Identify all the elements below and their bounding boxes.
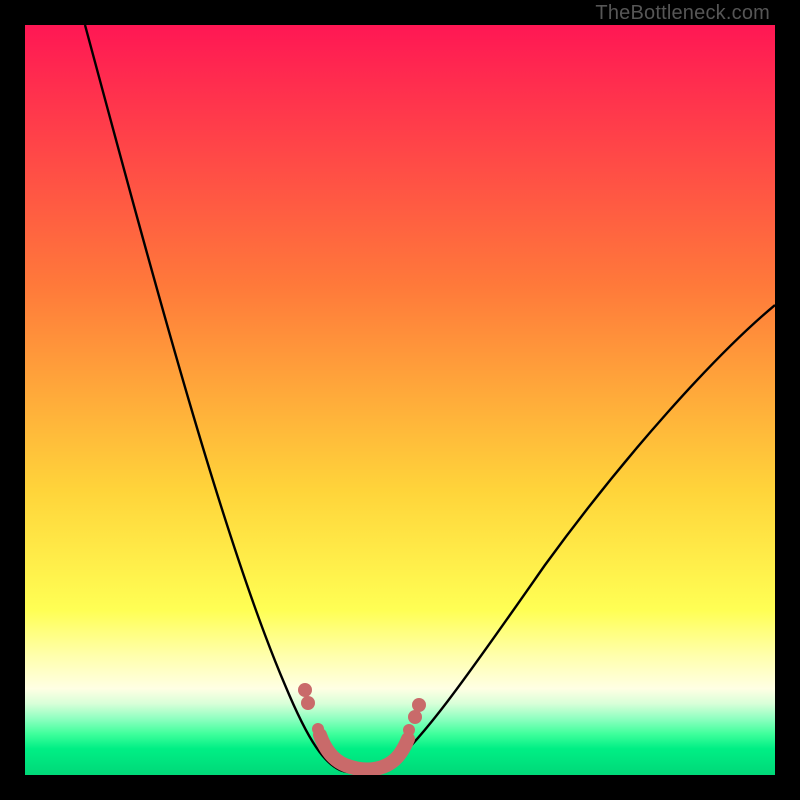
valley-markers — [298, 683, 426, 736]
chart-frame — [25, 25, 775, 775]
valley-thick-band — [320, 735, 408, 770]
watermark-text: TheBottleneck.com — [595, 2, 770, 25]
bottleneck-curve — [25, 25, 775, 775]
curve-right-branch — [385, 305, 775, 770]
curve-left-branch — [85, 25, 340, 770]
